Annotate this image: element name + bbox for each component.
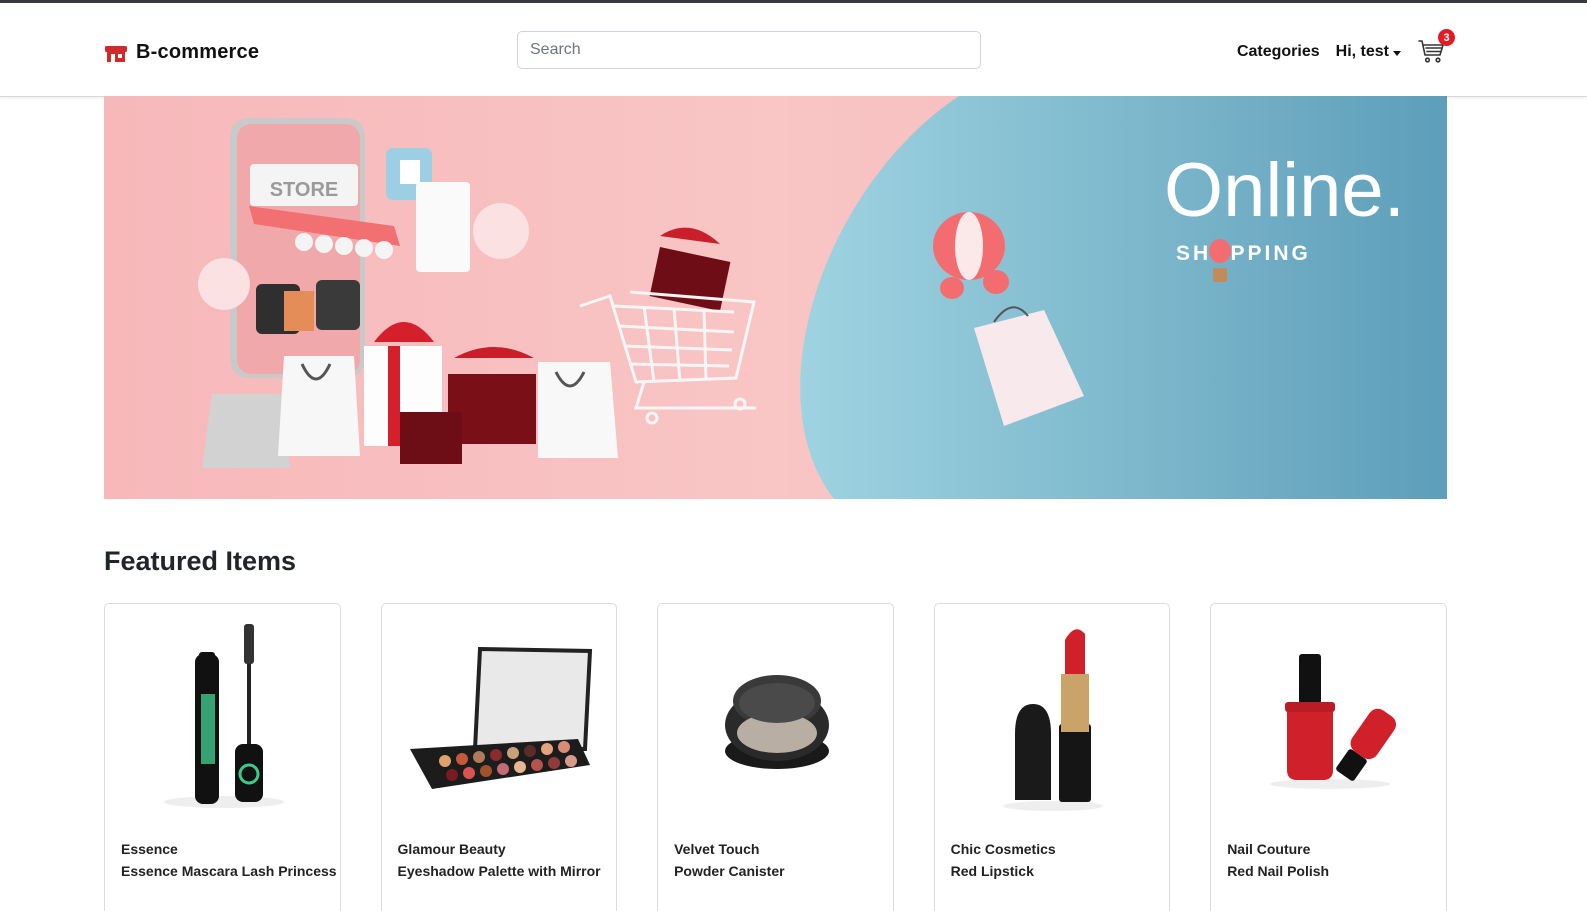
brand-name: B-commerce xyxy=(136,41,260,63)
product-brand: Velvet Touch xyxy=(674,841,760,857)
banner-illustration: STORE Online. SHOPPING xyxy=(104,96,1447,499)
eyeshadow-palette-image xyxy=(382,614,617,824)
featured-items-list: Essence Essence Mascara Lash Princess Gl… xyxy=(104,603,1447,911)
store-icon xyxy=(105,45,127,62)
powder-canister-image xyxy=(658,614,893,824)
user-greeting: Hi, test xyxy=(1335,43,1389,60)
cart-button[interactable]: 3 xyxy=(1417,29,1455,67)
search-input[interactable] xyxy=(517,31,981,69)
banner-subheadline: SHOPPING xyxy=(1176,242,1311,265)
banner-headline: Online. xyxy=(1164,148,1405,233)
product-brand: Nail Couture xyxy=(1227,841,1311,857)
user-dropdown[interactable]: Hi, test xyxy=(1336,43,1401,61)
store-sign-text: STORE xyxy=(270,179,339,201)
product-info: Velvet Touch Powder Canister xyxy=(674,838,784,882)
featured-items-heading: Featured Items xyxy=(104,546,297,576)
product-info: Nail Couture Red Nail Polish xyxy=(1227,838,1329,882)
cart-count-badge: 3 xyxy=(1438,29,1455,46)
product-card[interactable]: Glamour Beauty Eyeshadow Palette with Mi… xyxy=(380,603,618,911)
product-brand: Glamour Beauty xyxy=(397,841,506,857)
nav-right: Categories Hi, test 3 xyxy=(1237,29,1455,67)
product-brand: Essence xyxy=(121,841,178,857)
lipstick-image xyxy=(935,614,1170,824)
product-name: Powder Canister xyxy=(674,863,785,879)
product-name: Red Nail Polish xyxy=(1227,863,1330,879)
product-card[interactable]: Nail Couture Red Nail Polish xyxy=(1210,603,1447,911)
product-card[interactable]: Velvet Touch Powder Canister xyxy=(657,603,894,911)
hero-banner[interactable]: STORE Online. SHOPPING xyxy=(104,96,1447,499)
product-brand: Chic Cosmetics xyxy=(950,841,1056,857)
product-card[interactable]: Chic Cosmetics Red Lipstick xyxy=(933,603,1171,911)
product-info: Essence Essence Mascara Lash Princess xyxy=(121,838,337,882)
product-info: Glamour Beauty Eyeshadow Palette with Mi… xyxy=(398,838,601,882)
product-info: Chic Cosmetics Red Lipstick xyxy=(951,838,1056,882)
product-name: Essence Mascara Lash Princess xyxy=(121,863,337,879)
navbar: B-commerce Categories Hi, test 3 xyxy=(0,3,1587,97)
brand-logo-link[interactable]: B-commerce xyxy=(104,41,259,64)
caret-down-icon xyxy=(1393,50,1401,56)
categories-link[interactable]: Categories xyxy=(1237,43,1320,61)
mascara-image xyxy=(105,614,340,824)
nail-polish-image xyxy=(1211,614,1446,824)
product-name: Red Lipstick xyxy=(950,863,1034,879)
product-name: Eyeshadow Palette with Mirror xyxy=(397,863,601,879)
product-card[interactable]: Essence Essence Mascara Lash Princess xyxy=(104,603,341,911)
